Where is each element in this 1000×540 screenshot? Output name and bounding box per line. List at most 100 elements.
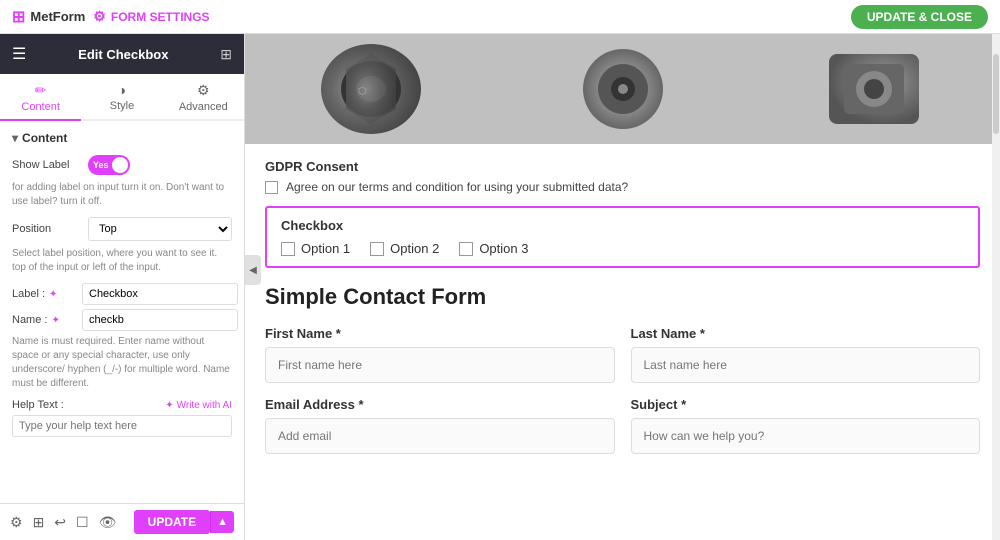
ai-icon: ✦	[165, 400, 173, 411]
gear-icon: ⚙	[93, 8, 106, 25]
show-label-toggle[interactable]: Yes	[88, 155, 130, 175]
sidebar-title: Edit Checkbox	[78, 47, 168, 62]
option3-checkbox[interactable]	[459, 242, 473, 256]
product-img-3	[748, 34, 1000, 144]
label-input[interactable]	[82, 283, 238, 305]
top-bar-left: ⊞ MetForm ⚙ FORM SETTINGS	[12, 7, 210, 27]
tab-advanced[interactable]: ⚙ Advanced	[163, 74, 244, 121]
first-name-label: First Name *	[265, 326, 615, 341]
gdpr-text: Agree on our terms and condition for usi…	[286, 180, 628, 194]
sidebar-collapse-arrow[interactable]: ◀	[245, 255, 261, 285]
checkbox-option-3: Option 3	[459, 241, 528, 256]
gdpr-title: GDPR Consent	[265, 159, 980, 174]
checkbox-option-2: Option 2	[370, 241, 439, 256]
tab-style[interactable]: ◑ Style	[81, 74, 162, 121]
subject-label: Subject *	[631, 397, 981, 412]
settings-icon[interactable]: ⚙	[10, 514, 23, 531]
sidebar: ☰ Edit Checkbox ⊞ ✏ Content ◑ Style ⚙ Ad…	[0, 34, 245, 540]
option2-label: Option 2	[390, 241, 439, 256]
logo-text: MetForm	[30, 9, 85, 24]
tab-content[interactable]: ✏ Content	[0, 74, 81, 121]
write-ai-button[interactable]: ✦ Write with AI	[165, 400, 232, 411]
option1-checkbox[interactable]	[281, 242, 295, 256]
last-name-input[interactable]	[631, 347, 981, 383]
name-input[interactable]	[82, 309, 238, 331]
layers-icon[interactable]: ⊞	[33, 514, 45, 531]
option2-checkbox[interactable]	[370, 242, 384, 256]
logo: ⊞ MetForm	[12, 7, 85, 27]
label-text: Label :	[12, 288, 45, 300]
style-tab-label: Style	[110, 100, 134, 112]
name-field-label: Name : ✦	[12, 314, 82, 326]
last-name-label: Last Name *	[631, 326, 981, 341]
sidebar-bottom: ⚙ ⊞ ↩ ☐ 👁 UPDATE ▲	[0, 503, 244, 540]
name-row: Name : ✦	[12, 309, 232, 331]
main-layout: ☰ Edit Checkbox ⊞ ✏ Content ◑ Style ⚙ Ad…	[0, 34, 1000, 540]
hamburger-icon[interactable]: ☰	[12, 44, 26, 64]
email-input[interactable]	[265, 418, 615, 454]
help-text-row: Help Text : ✦ Write with AI	[12, 399, 232, 411]
metal-part-svg-2	[548, 34, 698, 144]
gdpr-checkbox-row: Agree on our terms and condition for usi…	[265, 180, 980, 194]
history-icon[interactable]: ↩	[54, 514, 66, 531]
gdpr-section: GDPR Consent Agree on our terms and cond…	[265, 159, 980, 194]
product-img-1: ⬡	[245, 34, 497, 144]
clipboard-icon[interactable]: ☐	[76, 514, 89, 531]
toggle-knob	[112, 157, 128, 173]
style-tab-icon: ◑	[85, 82, 158, 98]
metal-part-svg-1: ⬡	[296, 34, 446, 144]
content-inner: ⬡	[245, 34, 1000, 540]
name-text: Name :	[12, 314, 47, 326]
eye-icon[interactable]: 👁	[99, 514, 117, 531]
gdpr-checkbox[interactable]	[265, 181, 278, 194]
subject-field: Subject *	[631, 397, 981, 454]
product-img-2	[497, 34, 749, 144]
update-chevron-button[interactable]: ▲	[210, 511, 234, 533]
email-subject-form-row: Email Address * Subject *	[265, 397, 980, 454]
last-name-field: Last Name *	[631, 326, 981, 383]
name-form-row: First Name * Last Name *	[265, 326, 980, 383]
sidebar-content: Content Show Label Yes for adding label …	[0, 121, 244, 503]
first-name-field: First Name *	[265, 326, 615, 383]
update-close-button[interactable]: UPDATE & CLOSE	[851, 5, 988, 29]
bottom-icons: ⚙ ⊞ ↩ ☐ 👁	[10, 514, 116, 531]
help-text-input[interactable]	[12, 415, 232, 437]
label-row: Label : ✦	[12, 283, 232, 305]
position-label-text: Position	[12, 223, 82, 235]
advanced-tab-label: Advanced	[179, 101, 228, 113]
checkbox-option-1: Option 1	[281, 241, 350, 256]
checkbox-widget: Checkbox Option 1 Option 2 Option 3	[265, 206, 980, 268]
subject-input[interactable]	[631, 418, 981, 454]
form-settings-link[interactable]: ⚙ FORM SETTINGS	[93, 8, 209, 25]
sidebar-header: ☰ Edit Checkbox ⊞	[0, 34, 244, 74]
show-label-hint: for adding label on input turn it on. Do…	[12, 181, 232, 209]
position-hint: Select label position, where you want to…	[12, 247, 232, 275]
update-button[interactable]: UPDATE	[134, 510, 210, 534]
label-star-icon: ✦	[49, 289, 57, 300]
metal-part-svg-3	[799, 34, 949, 144]
scrollbar-thumb	[993, 54, 999, 134]
contact-form-title: Simple Contact Form	[265, 284, 980, 310]
first-name-input[interactable]	[265, 347, 615, 383]
name-star-icon: ✦	[51, 315, 59, 326]
form-settings-label: FORM SETTINGS	[111, 10, 210, 24]
svg-text:⬡: ⬡	[358, 86, 367, 97]
scrollbar[interactable]	[992, 34, 1000, 540]
advanced-tab-icon: ⚙	[167, 82, 240, 99]
content-tab-label: Content	[21, 101, 60, 113]
label-field-label: Label : ✦	[12, 288, 82, 300]
content-tab-icon: ✏	[4, 82, 77, 99]
product-images: ⬡	[245, 34, 1000, 144]
position-select[interactable]: Top Left	[88, 217, 232, 241]
option1-label: Option 1	[301, 241, 350, 256]
checkbox-options: Option 1 Option 2 Option 3	[281, 241, 964, 256]
form-preview: GDPR Consent Agree on our terms and cond…	[245, 144, 1000, 483]
option3-label: Option 3	[479, 241, 528, 256]
grid-icon[interactable]: ⊞	[220, 46, 232, 63]
show-label-text: Show Label	[12, 159, 82, 171]
sidebar-tabs: ✏ Content ◑ Style ⚙ Advanced	[0, 74, 244, 121]
write-ai-label: Write with AI	[177, 400, 232, 411]
checkbox-widget-title: Checkbox	[281, 218, 964, 233]
content-section-title: Content	[12, 131, 232, 145]
metform-logo-icon: ⊞	[12, 7, 25, 27]
